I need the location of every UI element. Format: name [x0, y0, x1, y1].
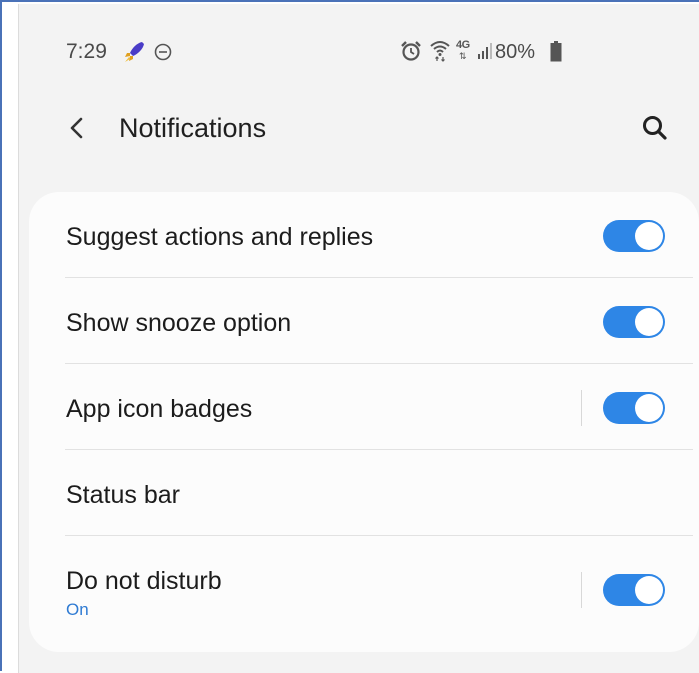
toggle-separator — [581, 572, 582, 608]
setting-label: Status bar — [66, 481, 180, 509]
back-button[interactable] — [63, 110, 93, 146]
setting-label: Do not disturb — [66, 567, 222, 595]
setting-row-suggest-actions[interactable]: Suggest actions and replies — [29, 192, 699, 278]
setting-label: App icon badges — [66, 395, 253, 423]
alarm-icon — [401, 41, 421, 61]
suggest-actions-toggle[interactable] — [603, 220, 665, 252]
setting-sublabel: On — [66, 600, 89, 619]
page-title: Notifications — [119, 113, 267, 143]
signal-icon — [478, 43, 492, 59]
setting-label: Show snooze option — [66, 309, 292, 337]
search-button[interactable] — [639, 112, 671, 144]
phone-screen: 7:29 4G ⇅ 80% Notifications Suggest acti… — [18, 4, 699, 673]
toggle-knob — [635, 576, 663, 604]
wifi-icon — [430, 41, 450, 62]
battery-percent: 80% — [495, 41, 536, 63]
toggle-separator — [581, 390, 582, 426]
rocket-icon — [125, 42, 144, 62]
toggle-knob — [635, 394, 663, 422]
snooze-toggle[interactable] — [603, 306, 665, 338]
setting-row-app-icon-badges[interactable]: App icon badges — [29, 364, 699, 450]
do-not-disturb-toggle[interactable] — [603, 574, 665, 606]
setting-label: Suggest actions and replies — [66, 223, 374, 251]
status-bar: 7:29 4G ⇅ 80% — [19, 28, 699, 68]
search-icon — [643, 116, 667, 140]
status-time: 7:29 — [66, 40, 107, 63]
data-arrows-icon: ⇅ — [459, 51, 467, 61]
setting-row-snooze[interactable]: Show snooze option — [29, 278, 699, 364]
toggle-knob — [635, 308, 663, 336]
battery-icon — [550, 41, 562, 62]
dnd-status-icon — [154, 43, 172, 61]
screenshot-frame: 7:29 4G ⇅ 80% Notifications Suggest acti… — [0, 0, 699, 673]
setting-row-do-not-disturb[interactable]: Do not disturb On — [29, 536, 699, 632]
chevron-left-icon — [70, 117, 83, 139]
network-type-label: 4G — [456, 39, 470, 51]
toggle-knob — [635, 222, 663, 250]
notification-settings-card: Suggest actions and replies Show snooze … — [29, 192, 699, 652]
app-icon-badges-toggle[interactable] — [603, 392, 665, 424]
setting-row-status-bar[interactable]: Status bar — [29, 450, 699, 536]
app-bar: Notifications — [19, 100, 699, 156]
